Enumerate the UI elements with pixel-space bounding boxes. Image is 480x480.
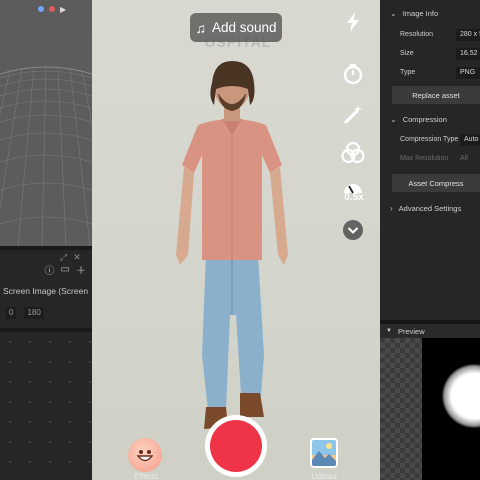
record-indicator (210, 420, 262, 472)
effects-button[interactable] (128, 438, 162, 472)
size-value: 16.52 K (456, 47, 480, 60)
section-title: Image Info (402, 8, 439, 18)
info-icon[interactable]: ⓘ (45, 262, 55, 277)
gizmo-y-dot[interactable] (38, 6, 44, 12)
component-title: Screen Image (Screen (3, 286, 89, 296)
component-toolbar: ⓘ ▭ ＋ (0, 262, 92, 277)
music-note-icon: ♫ (195, 19, 206, 36)
resolution-row: Resolution 280 x 5 (400, 28, 480, 41)
add-icon[interactable]: ＋ (76, 262, 86, 277)
preview-area (380, 338, 480, 480)
section-title: Compression (402, 114, 447, 124)
prop-label: Resolution (400, 31, 434, 38)
filters-icon (341, 141, 365, 164)
transform-gizmo[interactable]: ▶ (38, 2, 66, 16)
transparency-checkerboard (380, 338, 422, 480)
prop-label: Type (400, 69, 416, 76)
chevron-down-icon (343, 220, 363, 240)
max-resolution-row: Max Resolution All (400, 152, 480, 165)
upload-label: Upload (311, 472, 337, 480)
perspective-grid (0, 65, 92, 246)
compression-section[interactable]: ⌄ Compression (390, 113, 447, 125)
size-row: Size 16.52 K (400, 47, 480, 60)
add-sound-button[interactable]: ♫ Add sound (190, 13, 282, 42)
prop-label: Size (400, 50, 414, 57)
gallery-thumbnail-icon (312, 440, 336, 466)
more-options-button[interactable] (338, 215, 368, 245)
smiley-face-icon (136, 450, 154, 462)
section-title: Advanced Settings (398, 203, 462, 213)
replace-asset-button[interactable]: Replace asset (392, 86, 480, 104)
asset-compression-button[interactable]: Asset Compress (392, 174, 480, 192)
expand-icon[interactable]: ⤢ (60, 252, 67, 263)
triangle-down-icon[interactable]: ▼ (386, 328, 392, 334)
camera-view[interactable]: OSPITAL ♫ Add sound 0.5x Effects Upload (92, 0, 380, 480)
effects-label: Effects (133, 472, 159, 480)
field-value-1[interactable]: 180 (24, 307, 44, 319)
chevron-down-icon[interactable]: ⌄ (390, 115, 397, 124)
preview-header[interactable]: ▼ Preview (380, 324, 480, 338)
upload-button[interactable] (310, 438, 338, 468)
timer-button[interactable] (338, 59, 368, 89)
resolution-value: 280 x 5 (456, 28, 480, 41)
compression-type-select[interactable]: Auto (460, 133, 480, 146)
field-value-0[interactable]: 0 (6, 307, 17, 319)
app-root: ▶ ⤢ ✕ ⓘ ▭ ＋ Screen Image (Screen 0 180 O… (0, 0, 480, 480)
flash-button[interactable] (338, 7, 368, 37)
type-row: Type PNG (400, 66, 480, 79)
inspector-panel: ⌄ Image Info Resolution 280 x 5 Size 16.… (380, 0, 480, 480)
type-value: PNG (456, 66, 480, 79)
timer-icon (343, 64, 363, 85)
compression-type-row: Compression Type Auto (400, 133, 480, 146)
chevron-down-icon[interactable]: ⌄ (390, 9, 397, 18)
component-panel: ⤢ ✕ ⓘ ▭ ＋ Screen Image (Screen 0 180 (0, 250, 92, 480)
gizmo-x-dot[interactable] (49, 6, 55, 12)
max-resolution-value: All (460, 154, 468, 162)
camera-gizmo-icon[interactable]: ▶ (60, 5, 66, 14)
window-icon[interactable]: ▭ (61, 264, 70, 275)
asset-inspector: ⌄ Image Info Resolution 280 x 5 Size 16.… (380, 0, 480, 320)
radial-glow-preview (442, 364, 480, 428)
advanced-settings-section[interactable]: › Advanced Settings (390, 202, 461, 214)
flash-icon (347, 12, 359, 32)
person-image (176, 61, 288, 429)
preview-title: Preview (397, 326, 425, 336)
filters-button[interactable] (338, 138, 368, 168)
editor-left-panel: ▶ ⤢ ✕ ⓘ ▭ ＋ Screen Image (Screen 0 180 (0, 0, 92, 480)
chevron-right-icon[interactable]: › (390, 204, 393, 213)
beauty-wand-icon (344, 105, 362, 124)
prop-label: Max Resolution (400, 155, 449, 162)
image-info-section[interactable]: ⌄ Image Info (390, 7, 438, 19)
speed-label: 0.5x (344, 192, 364, 203)
prop-label: Compression Type (400, 136, 459, 143)
beauty-button[interactable] (338, 99, 368, 129)
dot-grid-canvas[interactable] (0, 332, 92, 480)
record-button[interactable] (205, 415, 267, 477)
add-sound-label: Add sound (211, 20, 277, 35)
component-fields: 0 180 (0, 306, 92, 320)
scene-viewport[interactable]: ▶ (0, 0, 92, 246)
preview-image (422, 338, 480, 480)
